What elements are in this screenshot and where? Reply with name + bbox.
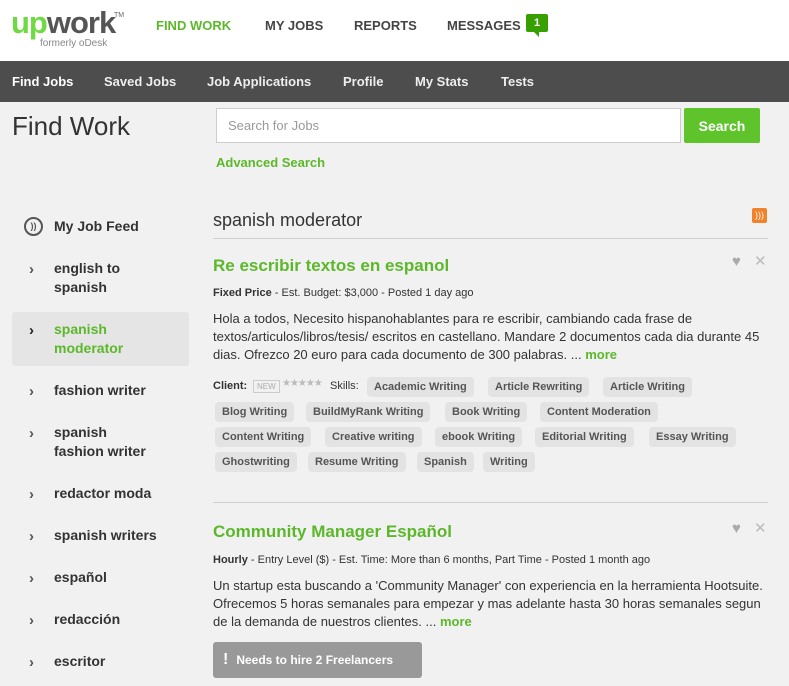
chevron-right-icon: › — [29, 612, 34, 629]
topnav-reports[interactable]: REPORTS — [354, 18, 417, 33]
advanced-search-link[interactable]: Advanced Search — [216, 155, 325, 170]
topnav-find-work[interactable]: FIND WORK — [156, 18, 231, 33]
sidebar-item-label: spanish fashion writer — [54, 424, 146, 459]
sidebar-item-english-to-spanish[interactable]: › english to spanish — [12, 259, 189, 297]
sidebar-item-label: spanish moderator — [54, 321, 124, 356]
skill-chip[interactable]: Academic Writing — [367, 377, 474, 397]
skill-chip[interactable]: ebook Writing — [435, 427, 523, 447]
job-title-link[interactable]: Community Manager Español — [213, 522, 452, 542]
chevron-right-icon: › — [29, 528, 34, 545]
subnav-tests[interactable]: Tests — [501, 74, 534, 89]
job-description-text: Hola a todos, Necesito hispanohablantes … — [213, 311, 760, 362]
sidebar-item-label: english to spanish — [54, 260, 121, 295]
divider — [213, 238, 768, 239]
skill-chip[interactable]: Ghostwriting — [215, 452, 297, 472]
close-icon[interactable]: ✕ — [754, 519, 767, 537]
sidebar-item-label: español — [54, 569, 107, 585]
close-icon[interactable]: ✕ — [754, 252, 767, 270]
heart-icon[interactable]: ♥ — [732, 253, 741, 270]
logo-wordmark: upwork — [11, 5, 116, 40]
skill-chip[interactable]: Content Moderation — [540, 402, 658, 422]
sidebar-item-label: fashion writer — [54, 382, 146, 398]
exclamation-icon: ! — [223, 651, 229, 668]
sidebar-item-redactor-moda[interactable]: › redactor moda — [12, 484, 189, 503]
chevron-right-icon: › — [29, 261, 34, 278]
sidebar-item-redaccion[interactable]: › redacción — [12, 610, 189, 629]
skill-chip[interactable]: Book Writing — [445, 402, 528, 422]
sidebar-item-label: escritor — [54, 653, 106, 669]
skill-chip[interactable]: BuildMyRank Writing — [306, 402, 431, 422]
top-header: upwork TM formerly oDesk FIND WORK MY JO… — [0, 0, 789, 61]
chevron-right-icon: › — [29, 654, 34, 671]
sub-nav: Find Jobs Saved Jobs Job Applications Pr… — [0, 61, 789, 102]
chevron-right-icon: › — [29, 570, 34, 587]
logo-trademark: TM — [114, 12, 125, 19]
page-title: Find Work — [12, 111, 130, 141]
job-title-link[interactable]: Re escribir textos en espanol — [213, 256, 449, 276]
sidebar-item-label: spanish writers — [54, 527, 157, 543]
job-description-text: Un startup esta buscando a 'Community Ma… — [213, 578, 763, 629]
skill-chip[interactable]: Article Rewriting — [488, 377, 590, 397]
sidebar-item-label: redactor moda — [54, 485, 152, 501]
job-meta-details: - Est. Budget: $3,000 - Posted 1 day ago — [271, 287, 474, 299]
client-rating-stars: ★★★★★ — [282, 378, 323, 389]
subnav-profile[interactable]: Profile — [343, 74, 383, 89]
skill-chip[interactable]: Creative writing — [325, 427, 422, 447]
skill-chip[interactable]: Blog Writing — [215, 402, 295, 422]
sidebar-item-label: redacción — [54, 611, 121, 627]
sidebar-item-spanish-writers[interactable]: › spanish writers — [12, 526, 189, 545]
more-link[interactable]: more — [440, 614, 472, 629]
job-type: Hourly — [213, 554, 248, 566]
hire-notice-button[interactable]: ! Needs to hire 2 Freelancers — [213, 642, 422, 678]
skill-chip[interactable]: Content Writing — [215, 427, 312, 447]
subnav-my-stats[interactable]: My Stats — [415, 74, 468, 89]
results-title: spanish moderator — [213, 210, 363, 230]
topnav-messages[interactable]: MESSAGES — [447, 18, 521, 33]
sidebar-item-espanol[interactable]: › español — [12, 568, 189, 587]
chevron-right-icon: › — [29, 425, 34, 442]
skill-chip[interactable]: Editorial Writing — [535, 427, 634, 447]
sidebar-item-my-job-feed[interactable]: )) My Job Feed — [12, 217, 189, 236]
heart-icon[interactable]: ♥ — [732, 520, 741, 537]
hire-notice-label: Needs to hire 2 Freelancers — [236, 653, 394, 667]
subnav-job-applications[interactable]: Job Applications — [207, 74, 311, 89]
client-label: Client: — [213, 380, 248, 392]
skill-chip[interactable]: Writing — [483, 452, 535, 472]
broadcast-icon: )) — [24, 217, 43, 236]
chevron-right-icon: › — [29, 322, 34, 339]
sidebar-item-spanish-fashion-writer[interactable]: › spanish fashion writer — [12, 423, 189, 461]
job-meta: Fixed Price - Est. Budget: $3,000 - Post… — [213, 287, 474, 299]
upwork-logo[interactable]: upwork TM formerly oDesk — [11, 5, 125, 50]
skill-chip[interactable]: Resume Writing — [308, 452, 406, 472]
sidebar-item-label: My Job Feed — [54, 218, 139, 234]
skills-label: Skills: — [330, 380, 359, 392]
search-input[interactable] — [216, 108, 681, 143]
job-meta-details: - Entry Level ($) - Est. Time: More than… — [247, 554, 651, 566]
rss-icon[interactable]: ))) — [752, 208, 767, 223]
logo-formerly-text: formerly oDesk — [40, 38, 108, 49]
divider — [213, 502, 768, 503]
job-meta: Hourly - Entry Level ($) - Est. Time: Mo… — [213, 554, 650, 566]
chevron-right-icon: › — [29, 383, 34, 400]
job-type: Fixed Price — [213, 287, 272, 299]
job-description: Hola a todos, Necesito hispanohablantes … — [213, 310, 769, 364]
search-button[interactable]: Search — [684, 108, 760, 143]
sidebar-item-spanish-moderator[interactable]: › spanish moderator — [12, 312, 189, 366]
skill-chip[interactable]: Essay Writing — [649, 427, 736, 447]
chevron-right-icon: › — [29, 486, 34, 503]
topnav-my-jobs[interactable]: MY JOBS — [265, 18, 323, 33]
messages-count-badge[interactable]: 1 — [526, 14, 548, 37]
new-client-badge: NEW — [253, 380, 280, 393]
job-description: Un startup esta buscando a 'Community Ma… — [213, 577, 769, 631]
sidebar-item-fashion-writer[interactable]: › fashion writer — [12, 381, 189, 400]
sidebar-item-escritor[interactable]: › escritor — [12, 652, 189, 671]
subnav-find-jobs[interactable]: Find Jobs — [12, 74, 73, 89]
more-link[interactable]: more — [585, 347, 617, 362]
skill-chip[interactable]: Article Writing — [603, 377, 692, 397]
skill-chip[interactable]: Spanish — [417, 452, 474, 472]
subnav-saved-jobs[interactable]: Saved Jobs — [104, 74, 176, 89]
